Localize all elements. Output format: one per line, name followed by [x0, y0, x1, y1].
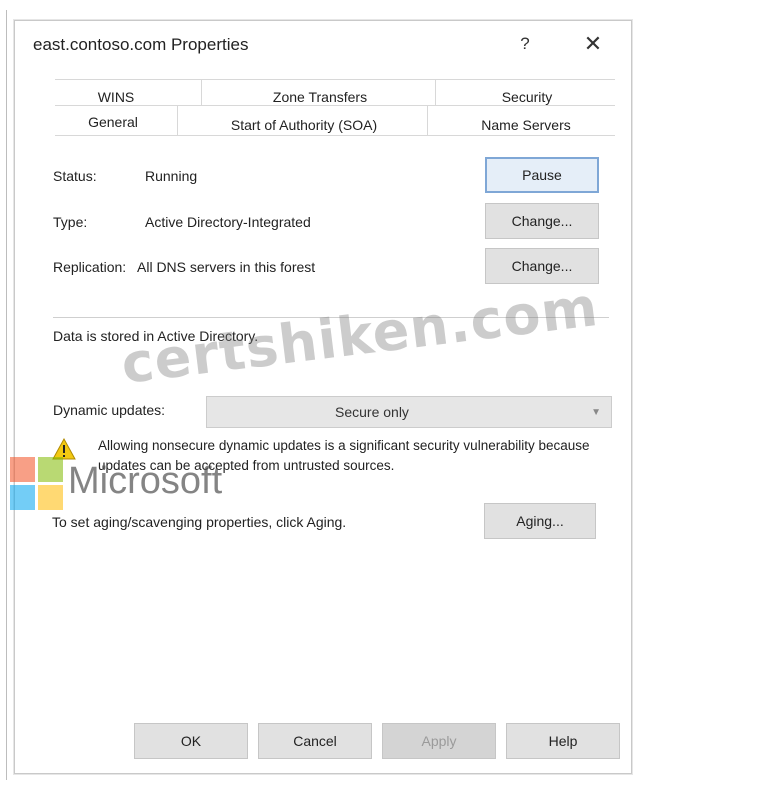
cancel-button[interactable]: Cancel — [258, 723, 372, 759]
close-icon[interactable]: ✕ — [581, 31, 605, 57]
replication-value: All DNS servers in this forest — [137, 259, 316, 275]
tab-separator — [427, 105, 428, 135]
help-button[interactable]: Help — [506, 723, 620, 759]
apply-button[interactable]: Apply — [382, 723, 496, 759]
tab-row1-top-border — [55, 79, 615, 80]
dialog-title: east.contoso.com Properties — [33, 35, 249, 54]
tab-separator — [201, 79, 202, 105]
change-type-button[interactable]: Change... — [485, 203, 599, 239]
dynamic-updates-label: Dynamic updates: — [53, 402, 166, 418]
left-border-line — [6, 10, 7, 780]
replication-label: Replication: — [53, 259, 127, 275]
pause-button[interactable]: Pause — [485, 157, 599, 193]
type-label: Type: — [53, 214, 88, 230]
watermark-brand-text: Microsoft — [68, 460, 223, 502]
dynamic-updates-value: Secure only — [335, 404, 409, 420]
type-value: Active Directory-Integrated — [145, 214, 311, 230]
tab-name-servers[interactable]: Name Servers — [461, 117, 591, 133]
tab-separator — [435, 79, 436, 105]
microsoft-logo-icon — [10, 457, 66, 513]
tab-separator — [177, 105, 178, 135]
tab-strip-bottom-border — [55, 135, 615, 136]
ok-button[interactable]: OK — [134, 723, 248, 759]
tab-row-divider — [55, 105, 615, 106]
status-value: Running — [145, 168, 198, 184]
status-label: Status: — [53, 168, 97, 184]
tab-start-of-authority[interactable]: Start of Authority (SOA) — [201, 117, 407, 133]
help-icon[interactable]: ? — [515, 34, 535, 54]
tab-wins[interactable]: WINS — [75, 89, 157, 105]
aging-button[interactable]: Aging... — [484, 503, 596, 539]
aging-info-text: To set aging/scavenging properties, clic… — [52, 514, 347, 530]
dynamic-updates-select[interactable]: Secure only ▼ — [206, 396, 612, 428]
tab-zone-transfers[interactable]: Zone Transfers — [225, 89, 415, 105]
tab-security[interactable]: Security — [475, 89, 579, 105]
tab-general[interactable]: General — [63, 114, 163, 130]
chevron-down-icon: ▼ — [591, 406, 601, 418]
